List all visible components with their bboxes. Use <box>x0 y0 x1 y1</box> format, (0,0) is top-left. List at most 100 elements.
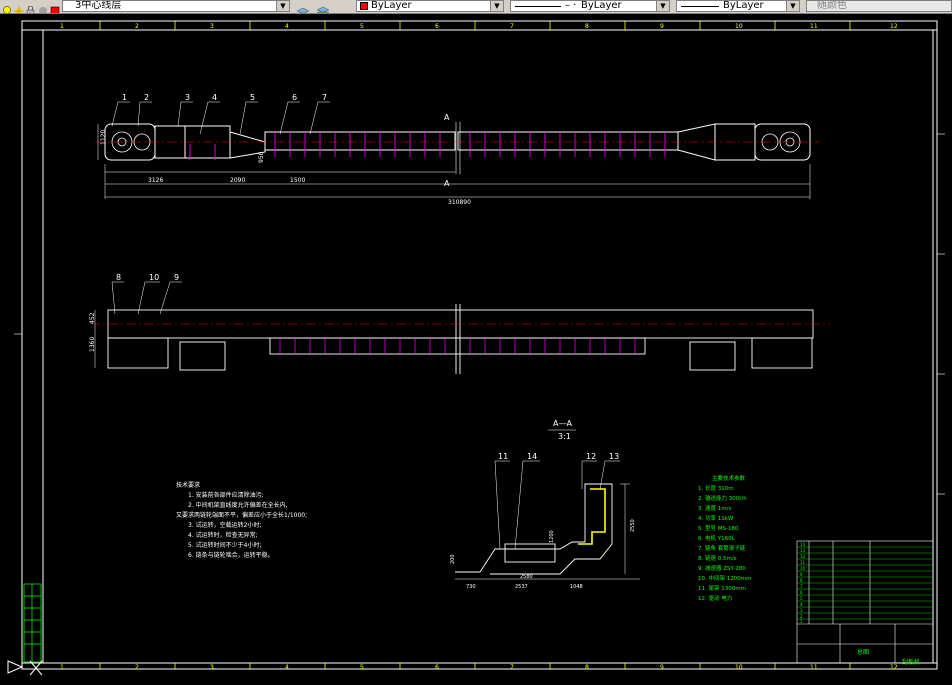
ruler-bottom-label: 10 <box>735 664 743 671</box>
ruler-bottom-label: 3 <box>210 664 214 671</box>
lineweight-preview <box>681 6 719 7</box>
balloon-label: 2 <box>144 93 149 102</box>
layer-bulb-icon[interactable] <box>2 1 12 13</box>
layer-lock-icon[interactable] <box>26 1 36 13</box>
title-row-number: 3 <box>800 608 803 613</box>
ruler-top-label: 7 <box>510 23 514 30</box>
linetype-dropdown-value: ByLayer <box>581 0 622 11</box>
notes-line: 1. 安装前各部件应清除油污; <box>188 491 264 499</box>
balloon-label: 13 <box>609 452 619 461</box>
chevron-down-icon[interactable]: ▼ <box>786 1 799 11</box>
spec-item: 9. 减速器 ZSY-280 <box>698 564 746 572</box>
balloon-label: 14 <box>527 452 537 461</box>
ruler-top-label: 6 <box>435 23 439 30</box>
layer-dropdown[interactable]: 3中心线层 ▼ <box>62 0 290 12</box>
top-view[interactable]: 3126 2090 1500 310890 1120 950 A A 1 2 3… <box>95 93 820 206</box>
linetype-dropdown[interactable]: – · ByLayer ▼ <box>510 0 670 12</box>
notes-line: 6. 链条与链轮啮合，运转平稳。 <box>188 551 274 559</box>
title-row-number: 10 <box>800 566 806 571</box>
drawing-canvas[interactable]: 1 2 3 4 5 6 7 8 9 10 11 12 1 2 3 4 5 6 7… <box>0 14 952 681</box>
section-scale: 3:1 <box>558 432 571 441</box>
dimension-label: 2090 <box>230 177 245 184</box>
layer-sun-icon[interactable] <box>14 1 24 13</box>
balloon-label: 1 <box>122 93 127 102</box>
properties-toolbar: 3中心线层 ▼ ByLayer ▼ – · ByLayer ▼ ByLayer … <box>0 0 952 14</box>
specs-heading: 主要技术参数 <box>712 474 746 482</box>
notes-line: 4. 试运转时，检查无异常; <box>188 531 258 539</box>
layer-previous-icon[interactable] <box>316 1 330 13</box>
plotstyle-dropdown[interactable]: 随颜色 <box>806 0 952 12</box>
dimension-label: 950 <box>258 151 265 163</box>
ruler-bottom-label: 9 <box>660 664 664 671</box>
layer-palette-icon <box>50 1 60 13</box>
ruler-bottom-label: 4 <box>285 664 289 671</box>
ruler-bottom-label: 7 <box>510 664 514 671</box>
ruler-top-label: 9 <box>660 23 664 30</box>
spec-item: 11. 尾架 1300mm <box>698 585 746 592</box>
color-dropdown-value: ByLayer <box>371 0 412 11</box>
balloon-label: 10 <box>149 273 159 282</box>
balloon-label: 8 <box>116 273 121 282</box>
spec-item: 6. 电机 Y160L <box>698 534 736 542</box>
ruler-top-label: 3 <box>210 23 214 30</box>
spec-item: 2. 输送能力 300t/h <box>698 494 747 502</box>
front-view[interactable]: 8 10 9 452 1360 <box>89 273 830 374</box>
dimension-label: 452 <box>89 312 96 324</box>
ruler-bottom-label: 12 <box>890 664 898 671</box>
balloon-label: 7 <box>322 93 327 102</box>
balloon-label: 4 <box>212 93 217 102</box>
title-block: 14 13 12 11 10 9 8 7 6 5 4 3 2 1 总图 刮板机 <box>796 540 934 666</box>
title-row-number: 6 <box>800 590 803 595</box>
section-marker-label: A <box>444 179 450 188</box>
dimension-label: 200 <box>450 554 456 564</box>
ruler-top-label: 8 <box>585 23 589 30</box>
color-swatch <box>360 2 368 10</box>
drawing-svg: 1 2 3 4 5 6 7 8 9 10 11 12 1 2 3 4 5 6 7… <box>7 20 945 676</box>
title-row-number: 8 <box>800 578 803 583</box>
title-row-number: 9 <box>800 572 803 577</box>
dimension-label: 1200 <box>549 530 555 543</box>
ruler-top-label: 2 <box>135 23 139 30</box>
spec-item: 7. 链条 套筒滚子链 <box>698 544 746 552</box>
notes-line: 5. 试运转时间不少于4小时; <box>188 541 261 549</box>
lineweight-dropdown[interactable]: ByLayer ▼ <box>676 0 800 12</box>
ruler-top-label: 5 <box>360 23 364 30</box>
section-title: A—A <box>553 419 572 428</box>
make-layer-current-icon[interactable] <box>296 1 310 13</box>
lineweight-dropdown-value: ByLayer <box>723 0 764 11</box>
title-row-number: 1 <box>800 619 803 624</box>
balloon-label: 11 <box>498 452 508 461</box>
notes-heading: 技术要求 <box>176 481 200 489</box>
ruler-top-label: 4 <box>285 23 289 30</box>
balloon-label: 9 <box>174 273 179 282</box>
notes-line: 又要求两链轮端面不平，偏差应小于全长1/1000; <box>176 511 307 519</box>
spec-item: 3. 速度 1m/s <box>698 504 731 512</box>
chevron-down-icon[interactable]: ▼ <box>656 1 669 11</box>
dimension-label: 1500 <box>290 177 305 184</box>
color-dropdown[interactable]: ByLayer ▼ <box>356 0 504 12</box>
technical-notes: 技术要求 1. 安装前各部件应清除油污; 2. 中间机架直线度允许偏差在全长内,… <box>176 481 307 559</box>
spec-item: 12. 驱动 电力 <box>698 594 732 602</box>
title-row-number: 12 <box>800 554 806 559</box>
dimension-label: 2537 <box>515 584 528 590</box>
layer-color-icon <box>38 1 48 13</box>
chevron-down-icon[interactable]: ▼ <box>276 1 289 11</box>
dimension-label: 1120 <box>100 130 107 145</box>
section-view[interactable]: A—A 3:1 11 14 12 13 730 2537 1048 2580 2… <box>450 419 640 590</box>
balloon-label: 6 <box>292 93 297 102</box>
ruler-bottom-label: 5 <box>360 664 364 671</box>
notes-line: 3. 试运转，空载运转2小时; <box>188 521 261 529</box>
title-row-number: 4 <box>800 602 803 607</box>
notes-line: 2. 中间机架直线度允许偏差在全长内, <box>188 501 288 509</box>
balloon-label: 3 <box>185 93 190 102</box>
linetype-preview <box>515 6 561 7</box>
plotstyle-dropdown-value: 随颜色 <box>817 0 847 11</box>
ruler-top-label: 12 <box>890 23 898 30</box>
spec-item: 4. 功率 11kW <box>698 514 734 522</box>
ruler-top-label: 10 <box>735 23 743 30</box>
section-marker-label: A <box>444 113 450 122</box>
chevron-down-icon[interactable]: ▼ <box>490 1 503 11</box>
ruler-top-label: 1 <box>60 23 64 30</box>
spec-item: 10. 中间架 1200mm <box>698 574 751 582</box>
ruler-bottom-label: 6 <box>435 664 439 671</box>
